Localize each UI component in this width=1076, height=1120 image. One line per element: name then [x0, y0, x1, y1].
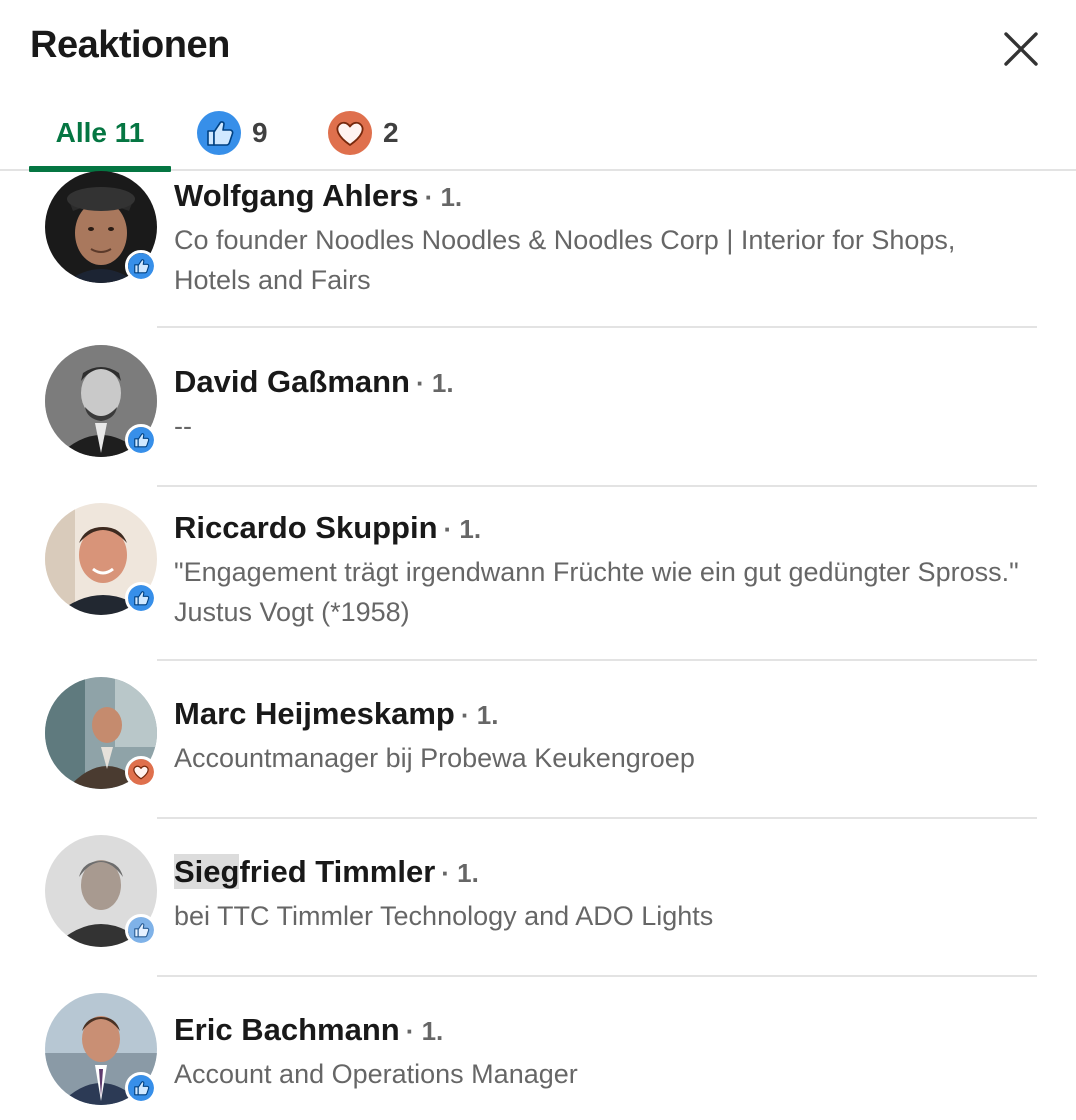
love-icon — [328, 110, 372, 155]
love-icon — [128, 759, 154, 785]
like-count: 9 — [252, 116, 268, 148]
connection-degree: · 1. — [443, 514, 482, 544]
reactor-info: Marc Heijmeskamp · 1. Accountmanager bij … — [174, 695, 1036, 778]
divider — [157, 975, 1037, 977]
reactor-name[interactable]: Riccardo Skuppin — [174, 510, 438, 545]
reactor-info: Siegfried Timmler · 1. bei TTC Timmler Te… — [174, 853, 1036, 936]
reactor-info: Riccardo Skuppin · 1. "Engagement trägt i… — [174, 509, 1036, 632]
like-icon — [197, 110, 241, 155]
reactor-name[interactable]: Wolfgang Ahlers — [174, 178, 419, 213]
tab-love[interactable]: 2 — [327, 96, 399, 169]
reactor-info: David Gaßmann · 1. -- — [174, 363, 1036, 446]
tab-like[interactable]: 9 — [196, 96, 268, 169]
reactor-info: Wolfgang Ahlers · 1. Co founder Noodles N… — [174, 177, 1036, 300]
reactor-name[interactable]: Marc Heijmeskamp — [174, 696, 455, 731]
reactor-info: Eric Bachmann · 1. Account and Operations… — [174, 1011, 1036, 1094]
reactor-headline: Co founder Noodles Noodles & Noodles Cor… — [174, 225, 956, 295]
connection-degree: · 1. — [416, 368, 454, 398]
connection-degree: · 1. — [424, 182, 463, 212]
like-icon — [128, 917, 154, 943]
divider — [157, 485, 1037, 487]
name-line: Eric Bachmann · 1. — [174, 1011, 1036, 1050]
tab-all[interactable]: Alle 11 — [29, 96, 171, 172]
like-icon — [128, 585, 154, 611]
reaction-badge — [125, 424, 157, 456]
reactor-headline: -- — [174, 411, 192, 441]
name-line: Wolfgang Ahlers · 1. — [174, 177, 1036, 216]
reactor-name[interactable]: David Gaßmann — [174, 364, 410, 399]
connection-degree: · 1. — [405, 1016, 444, 1046]
close-icon — [1004, 32, 1038, 66]
avatar-wrapper — [45, 677, 157, 789]
love-count: 2 — [383, 116, 399, 148]
reactor-headline: bei TTC Timmler Technology and ADO Light… — [174, 901, 714, 931]
reaction-badge — [125, 582, 157, 614]
reactor-headline: "Engagement trägt irgendwann Früchte wie… — [174, 557, 1019, 627]
divider — [157, 326, 1037, 328]
reaction-badge — [125, 914, 157, 946]
reactor-headline: Accountmanager bij Probewa Keukengroep — [174, 743, 695, 773]
avatar-wrapper — [45, 835, 157, 947]
reaction-badge — [125, 250, 157, 282]
reaction-tabs: Alle 11 9 2 — [0, 96, 1076, 172]
connection-degree: · 1. — [441, 858, 479, 888]
connection-degree: · 1. — [460, 700, 499, 730]
reaction-badge — [125, 756, 157, 788]
avatar-wrapper — [45, 503, 157, 615]
avatar-wrapper — [45, 993, 157, 1105]
search-highlight: Sieg — [174, 854, 240, 889]
reactor-name[interactable]: Siegfried Timmler — [174, 854, 435, 889]
modal-title: Reaktionen — [30, 24, 230, 66]
name-line: David Gaßmann · 1. — [174, 363, 1036, 402]
like-icon — [128, 427, 154, 453]
reactor-name-rest: fried Timmler — [239, 854, 436, 889]
like-icon — [128, 253, 154, 279]
name-line: Marc Heijmeskamp · 1. — [174, 695, 1036, 734]
name-line: Riccardo Skuppin · 1. — [174, 509, 1036, 548]
reactions-modal: Reaktionen Alle 11 9 2 Wolfgang Ahlers ·… — [0, 0, 1076, 1120]
like-icon — [128, 1075, 154, 1101]
close-button[interactable] — [996, 26, 1046, 72]
tab-all-label: Alle 11 — [55, 116, 145, 148]
divider — [157, 817, 1037, 819]
divider — [157, 659, 1037, 661]
reaction-badge — [125, 1072, 157, 1104]
name-line: Siegfried Timmler · 1. — [174, 853, 1036, 892]
reactor-headline: Account and Operations Manager — [174, 1059, 578, 1089]
reactor-name[interactable]: Eric Bachmann — [174, 1012, 400, 1047]
avatar-wrapper — [45, 171, 157, 283]
modal-header: Reaktionen — [0, 0, 1076, 96]
avatar-wrapper — [45, 345, 157, 457]
